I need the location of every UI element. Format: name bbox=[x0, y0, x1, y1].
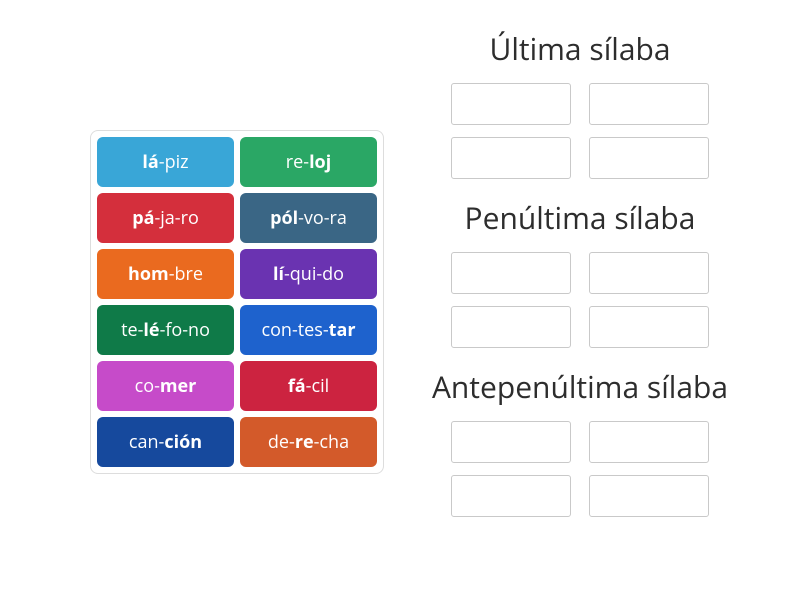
word-tile[interactable]: lí-qui-do bbox=[240, 249, 377, 299]
drop-zone-slots bbox=[400, 421, 760, 517]
drop-zone-title: Penúltima sílaba bbox=[400, 197, 760, 238]
word-tile[interactable]: pá-ja-ro bbox=[97, 193, 234, 243]
drop-zone-title: Última sílaba bbox=[400, 28, 760, 69]
word-tile[interactable]: pól-vo-ra bbox=[240, 193, 377, 243]
drop-slot[interactable] bbox=[451, 475, 571, 517]
drop-slot[interactable] bbox=[589, 252, 709, 294]
word-tile[interactable]: co-mer bbox=[97, 361, 234, 411]
activity-stage: lá-pizre-lojpá-ja-ropól-vo-rahom-brelí-q… bbox=[0, 0, 800, 600]
drop-slot[interactable] bbox=[451, 252, 571, 294]
word-tile[interactable]: lá-piz bbox=[97, 137, 234, 187]
drop-slot[interactable] bbox=[589, 306, 709, 348]
word-tile[interactable]: re-loj bbox=[240, 137, 377, 187]
word-tile[interactable]: can-ción bbox=[97, 417, 234, 467]
drop-slot[interactable] bbox=[451, 306, 571, 348]
word-tile[interactable]: fá-cil bbox=[240, 361, 377, 411]
drop-slot[interactable] bbox=[451, 137, 571, 179]
word-tile[interactable]: con-tes-tar bbox=[240, 305, 377, 355]
drop-slot[interactable] bbox=[589, 475, 709, 517]
word-tile[interactable]: hom-bre bbox=[97, 249, 234, 299]
drop-zone-group: Antepenúltima sílaba bbox=[400, 366, 760, 517]
drop-slot[interactable] bbox=[451, 83, 571, 125]
drop-slot[interactable] bbox=[589, 421, 709, 463]
tile-bank: lá-pizre-lojpá-ja-ropól-vo-rahom-brelí-q… bbox=[90, 130, 384, 474]
drop-slot[interactable] bbox=[451, 421, 571, 463]
drop-zones-column: Última sílaba Penúltima sílaba Antepenúlti… bbox=[400, 28, 760, 535]
drop-zone-title: Antepenúltima sílaba bbox=[400, 366, 760, 407]
word-tile[interactable]: de-re-cha bbox=[240, 417, 377, 467]
drop-slot[interactable] bbox=[589, 83, 709, 125]
word-tile[interactable]: te-lé-fo-no bbox=[97, 305, 234, 355]
drop-zone-group: Penúltima sílaba bbox=[400, 197, 760, 348]
drop-zone-slots bbox=[400, 83, 760, 179]
drop-slot[interactable] bbox=[589, 137, 709, 179]
drop-zone-slots bbox=[400, 252, 760, 348]
drop-zone-group: Última sílaba bbox=[400, 28, 760, 179]
